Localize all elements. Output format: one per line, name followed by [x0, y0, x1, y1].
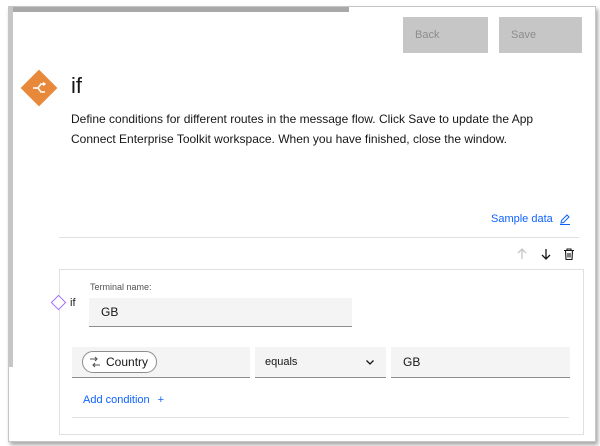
field-tag-label: Country [106, 355, 149, 369]
route-if-label: if [70, 297, 76, 309]
add-condition-button[interactable]: Add condition + [83, 394, 164, 406]
window-top-strip [9, 7, 349, 12]
page-description: Define conditions for different routes i… [71, 112, 534, 146]
window-left-strip [9, 7, 13, 367]
terminal-name-label: Terminal name: [90, 282, 152, 292]
save-button[interactable]: Save [499, 17, 582, 53]
condition-field-input[interactable]: Country [72, 347, 250, 378]
page-title: if [71, 73, 82, 98]
chevron-down-icon [366, 360, 374, 365]
divider [59, 237, 579, 238]
edit-icon [559, 214, 570, 225]
arrow-up-icon[interactable] [515, 247, 529, 261]
back-button[interactable]: Back [403, 17, 488, 53]
plus-icon: + [157, 394, 165, 406]
operator-value: equals [265, 356, 298, 368]
field-tag[interactable]: Country [82, 351, 158, 373]
add-condition-label: Add condition [83, 394, 150, 406]
condition-value-input[interactable]: GB [391, 347, 570, 378]
field-mapping-icon [90, 356, 100, 368]
trash-icon[interactable] [562, 247, 576, 261]
flow-editor-window: Back Save if Define conditions for diffe… [8, 6, 596, 442]
sample-data-label: Sample data [491, 213, 553, 225]
divider [72, 417, 569, 418]
if-node-icon [20, 69, 58, 107]
condition-value-text: GB [403, 355, 421, 369]
arrow-down-icon[interactable] [539, 247, 553, 261]
terminal-name-input[interactable] [89, 298, 352, 327]
operator-dropdown[interactable]: equals [255, 347, 386, 378]
sample-data-link[interactable]: Sample data [491, 213, 571, 225]
